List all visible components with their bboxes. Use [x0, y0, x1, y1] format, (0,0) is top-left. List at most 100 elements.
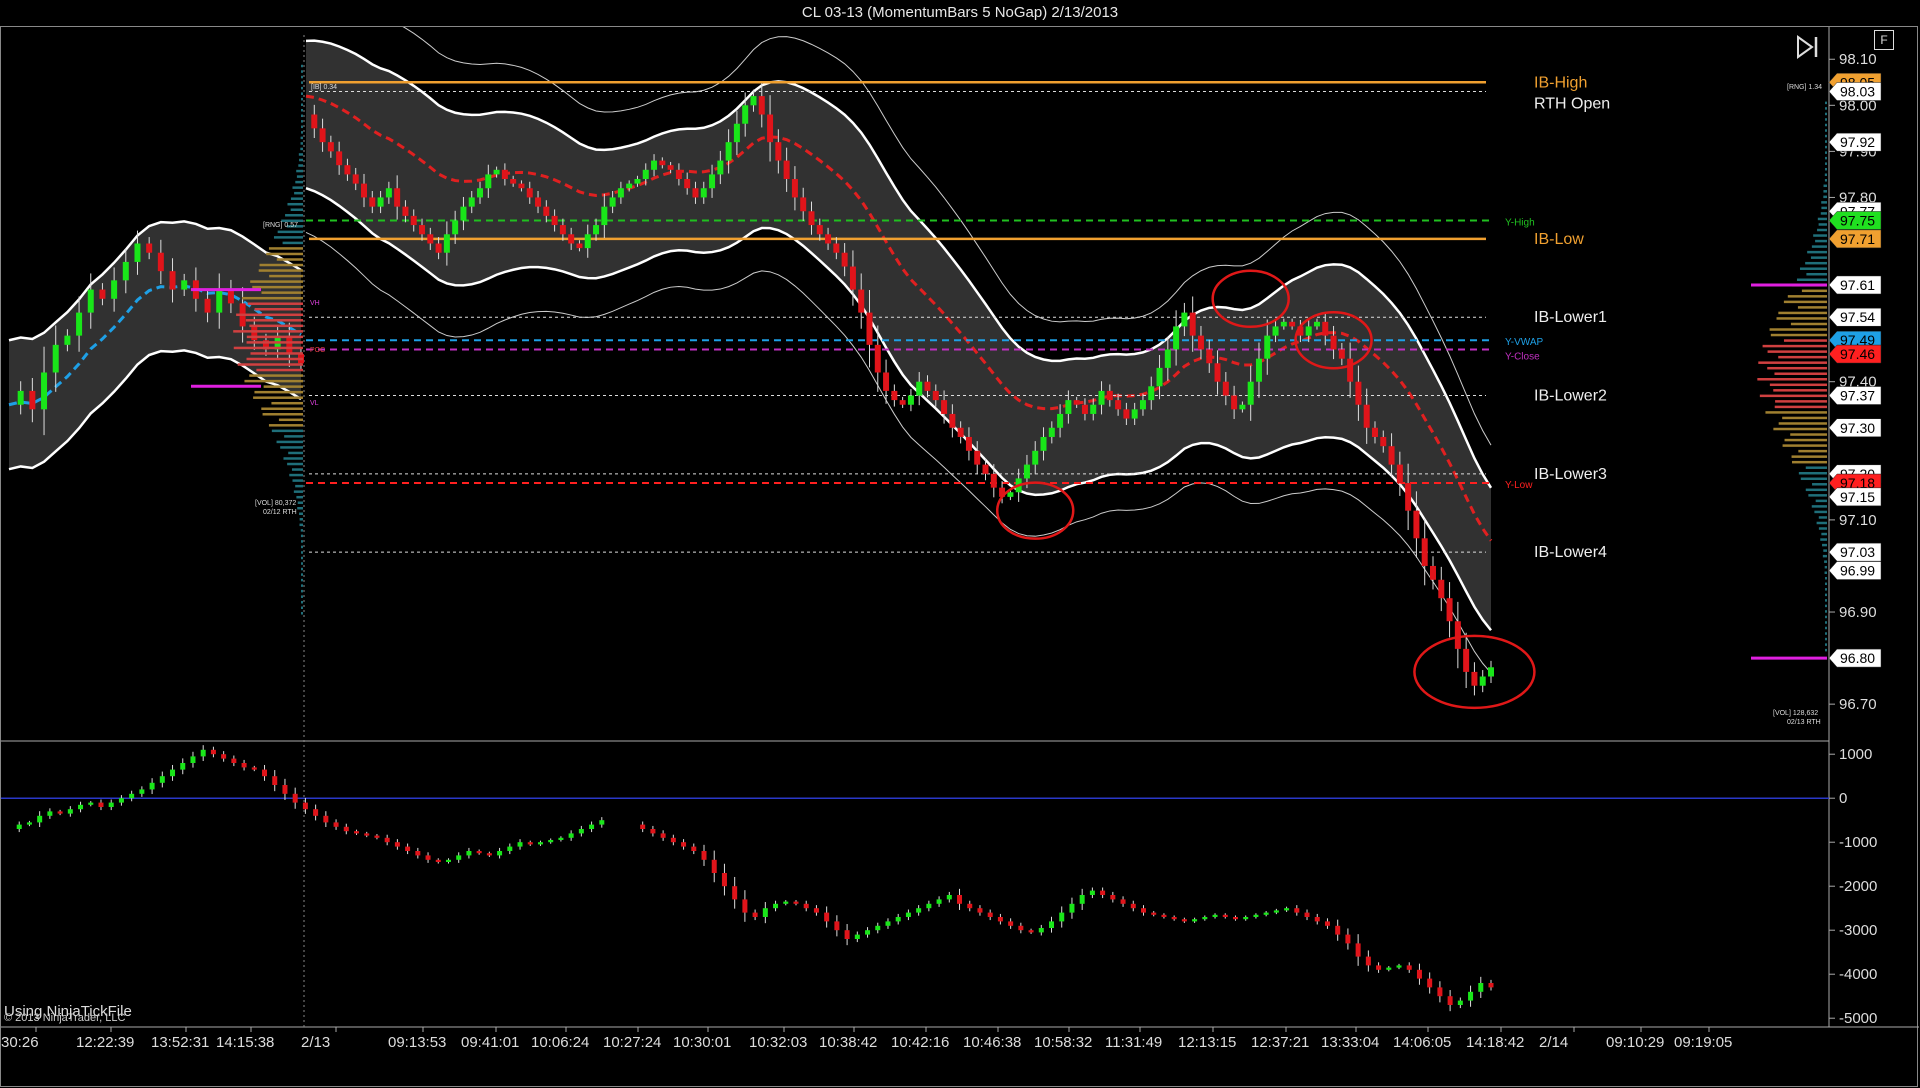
time-tick-label: 10:46:38 — [963, 1034, 1021, 1051]
price-badge: 97.75 — [1828, 211, 1882, 230]
indicator-candle — [650, 825, 656, 837]
indicator-candle — [1304, 909, 1310, 921]
time-tick-label: 10:32:03 — [749, 1034, 807, 1051]
indicator-candle — [1273, 908, 1279, 915]
svg-text:97.54: 97.54 — [1840, 309, 1875, 325]
indicator-candle — [1468, 985, 1474, 1007]
time-tick-label: 11:31:49 — [1105, 1034, 1162, 1051]
indicator-candle — [1345, 928, 1351, 950]
copyright-text: © 2013 NinjaTrader, LLC — [4, 1012, 126, 1024]
indicator-candle — [1314, 913, 1320, 925]
indicator-candle — [1416, 963, 1422, 985]
time-tick-label: 10:38:42 — [819, 1034, 877, 1051]
price-badge: 97.61 — [1828, 275, 1882, 295]
indicator-candle — [1365, 950, 1371, 972]
indicator-candle — [394, 839, 400, 850]
indicator-candle — [384, 834, 390, 846]
chart-frame[interactable]: IB-High RTH Open IB-Low Y-High IB-Lower1 Y-VW… — [0, 26, 1919, 1088]
annotation-prev-range: [RNG] 0.57 — [263, 222, 298, 229]
level-label: IB-Lower3 — [1534, 466, 1607, 483]
indicator-candle — [149, 778, 155, 795]
price-badge: 97.30 — [1828, 418, 1882, 438]
indicator-candle — [568, 830, 574, 841]
indicator-candle — [1232, 915, 1238, 921]
level-label: RTH Open — [1534, 95, 1610, 112]
price-badge: 97.54 — [1828, 307, 1882, 327]
indicator-candle — [251, 765, 257, 772]
indicator-candle — [262, 764, 268, 781]
indicator-candle — [997, 913, 1003, 925]
indicator-candle — [762, 902, 768, 924]
indicator-candle — [670, 834, 676, 846]
indicator-candle — [773, 900, 779, 912]
price-tick-label: 98.10 — [1839, 51, 1877, 68]
time-tick-label: 2/14 — [1539, 1034, 1568, 1051]
time-tick-label: 10:27:24 — [603, 1034, 661, 1051]
indicator-candle — [905, 909, 911, 921]
indicator-candle — [1447, 990, 1453, 1012]
indicator-candle — [466, 847, 472, 859]
indicator-candle — [1130, 900, 1136, 912]
indicator-candle — [1263, 911, 1269, 917]
indicator-candle — [343, 823, 349, 835]
indicator-candle — [374, 834, 380, 840]
indicator-candle — [118, 795, 124, 806]
indicator-candle — [313, 804, 319, 821]
indicator-candle — [752, 909, 758, 921]
indicator-candle — [1335, 919, 1341, 941]
time-tick-label: 10:06:24 — [531, 1034, 589, 1051]
time-tick-label: 13:52:31 — [151, 1034, 209, 1051]
level-label: IB-Low — [1534, 231, 1584, 248]
indicator-candle — [977, 905, 983, 916]
skip-to-end-icon[interactable] — [1794, 34, 1822, 60]
indicator-candle — [221, 751, 227, 762]
indicator-candle — [497, 847, 503, 859]
indicator-candle — [139, 786, 145, 797]
indicator-candle — [1294, 905, 1300, 916]
indicator-candle — [507, 843, 513, 855]
indicator-candle — [88, 801, 94, 807]
price-badge: 97.92 — [1828, 132, 1882, 152]
indicator-candle — [1437, 981, 1443, 1003]
indicator-candle — [476, 849, 482, 855]
level-label: Y-High — [1505, 217, 1535, 228]
indicator-candle — [946, 891, 952, 903]
indicator-candle — [732, 876, 738, 909]
indicator-candle — [957, 888, 963, 910]
indicator-candle — [1018, 922, 1024, 934]
indicator-candle — [1008, 918, 1014, 929]
time-tick-label: 14:15:38 — [216, 1034, 274, 1051]
annotation-prev-session: 02/12 RTH — [263, 509, 297, 516]
indicator-candle — [1038, 924, 1044, 936]
indicator-candle — [1243, 915, 1249, 921]
indicator-candle — [916, 905, 922, 916]
price-tick-label: 96.90 — [1839, 604, 1877, 621]
indicator-candle — [1181, 917, 1187, 923]
indicator-candle — [170, 764, 176, 781]
indicator-candle — [578, 825, 584, 837]
indicator-tick-label: -2000 — [1839, 878, 1877, 895]
indicator-candle — [793, 900, 799, 906]
indicator-candle — [721, 863, 727, 896]
svg-text:97.46: 97.46 — [1840, 346, 1875, 362]
annotation-vl: VL — [310, 400, 319, 407]
indicator-candle — [1069, 897, 1075, 919]
price-candle — [899, 396, 906, 408]
time-tick-label: 10:30:01 — [673, 1034, 731, 1051]
indicator-candle — [1253, 913, 1259, 919]
time-tick-label: 2/13 — [301, 1034, 330, 1051]
indicator-candle — [1161, 913, 1167, 919]
indicator-candle — [108, 799, 114, 811]
format-button[interactable]: F — [1874, 30, 1894, 50]
price-candle — [1479, 670, 1486, 693]
indicator-candle — [558, 836, 564, 842]
price-tick-label: 96.70 — [1839, 696, 1877, 713]
annotation-prev-vol: [VOL] 80,372 — [255, 500, 296, 507]
indicator-candle — [1028, 928, 1034, 934]
indicator-candle — [803, 900, 809, 912]
time-tick-label: 09:19:05 — [1674, 1034, 1732, 1051]
indicator-candle — [1222, 913, 1228, 919]
chart-canvas[interactable]: IB-High RTH Open IB-Low Y-High IB-Lower1 Y-VW… — [1, 27, 1919, 1088]
indicator-candle — [1406, 962, 1412, 973]
indicator-candle — [1427, 972, 1433, 994]
